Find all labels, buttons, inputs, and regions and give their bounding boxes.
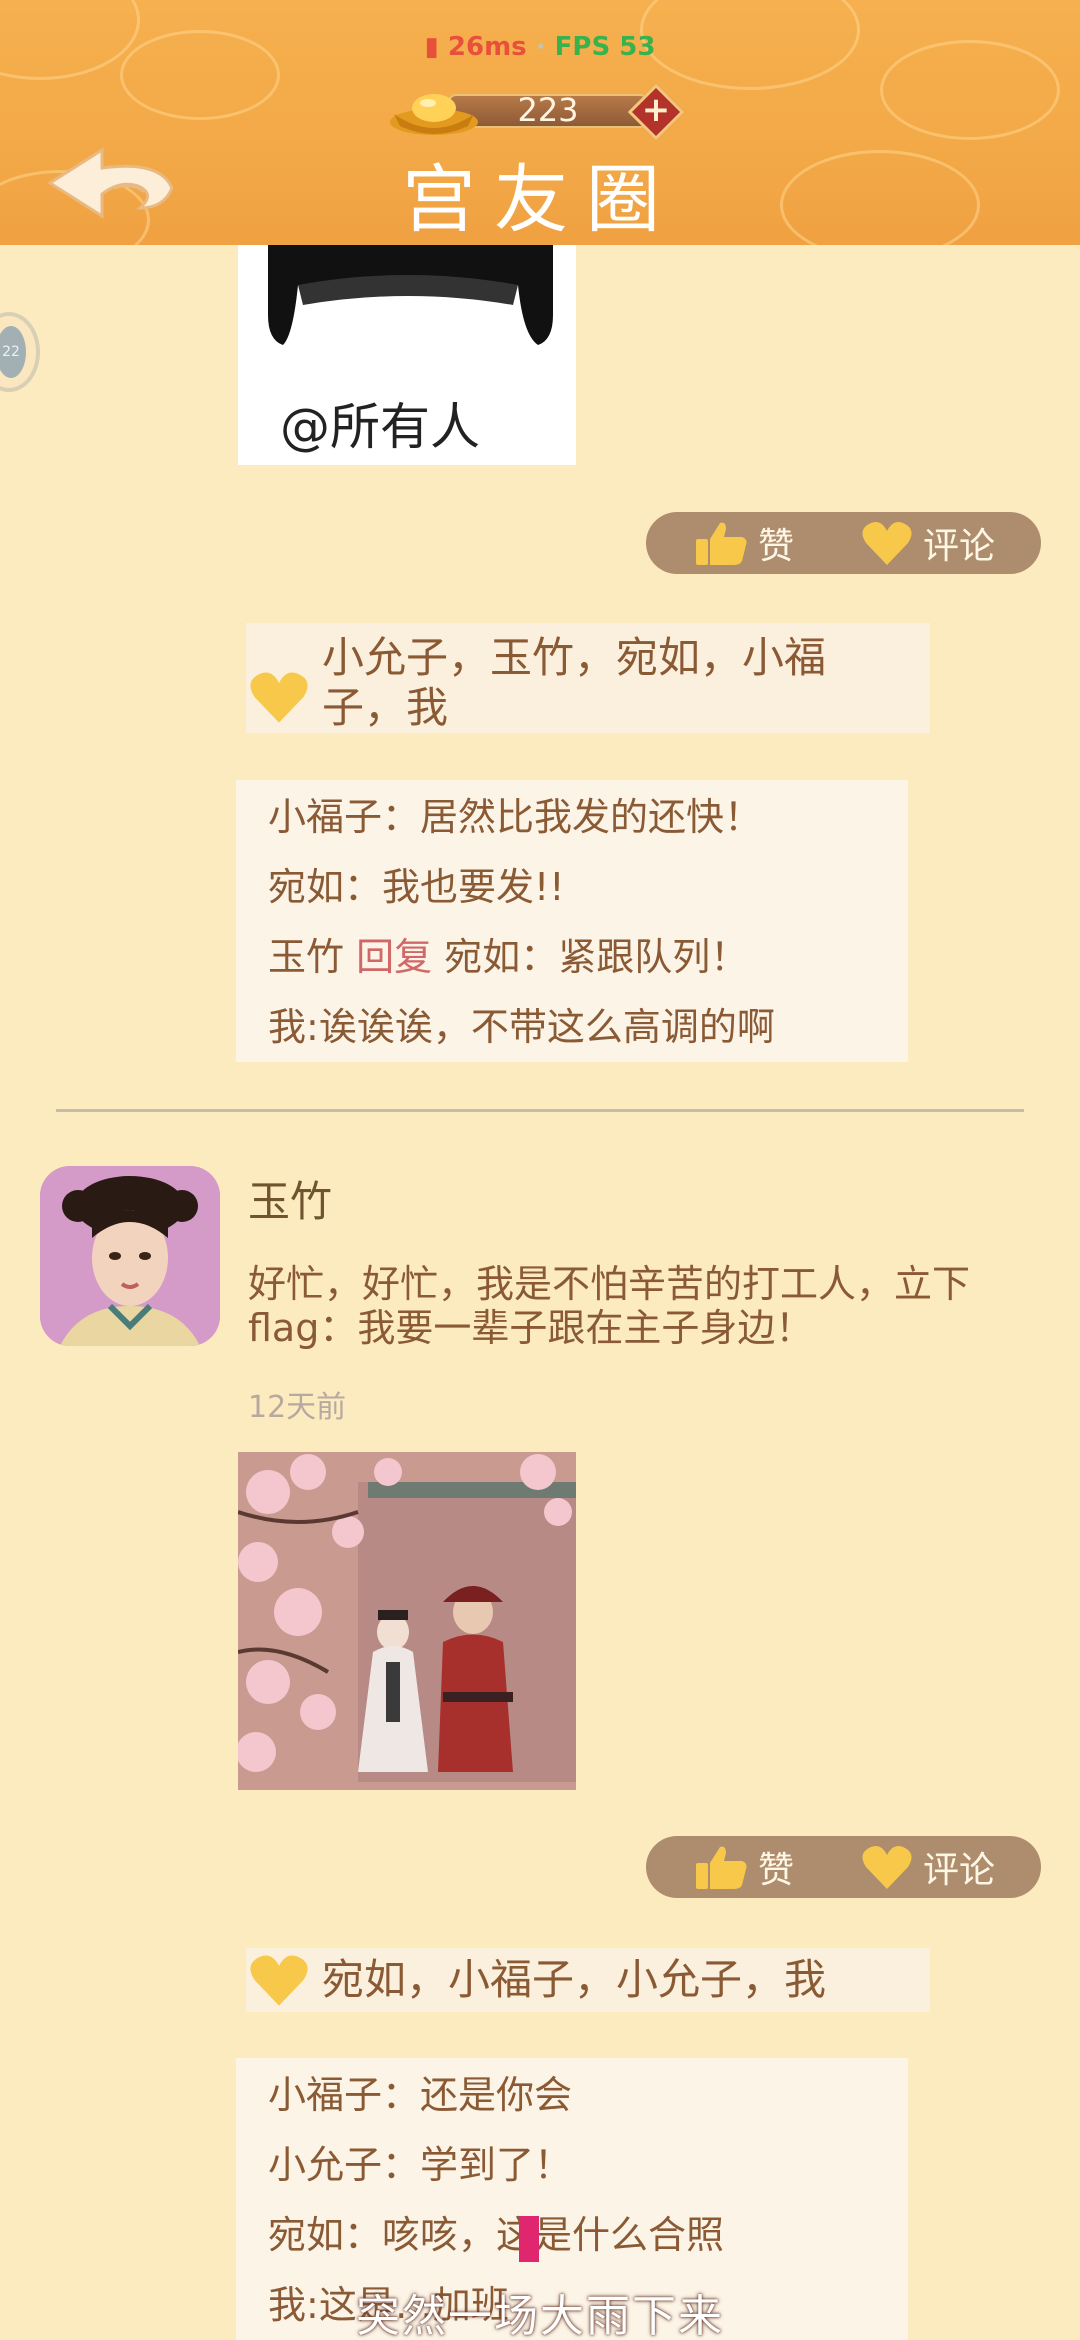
comment-item[interactable]: 小允子：学到了！ (268, 2130, 876, 2200)
comment-item[interactable]: 小福子：居然比我发的还快！ (268, 782, 876, 852)
post1-like-button[interactable]: 赞 (694, 512, 794, 574)
page-title: 宫友圈 (402, 157, 678, 243)
reply-target[interactable]: 宛如 (444, 935, 520, 979)
comment-colon: ： (344, 865, 383, 909)
comment-text: 居然比我发的还快！ (420, 795, 763, 839)
thumbs-up-icon (696, 1846, 747, 1889)
post2-body-text: 好忙，好忙，我是不怕辛苦的打工人，立下flag：我要一辈子跟在主子身边！ (248, 1262, 971, 1350)
perf-separator: · (535, 32, 546, 62)
text-cursor-marker (519, 2216, 539, 2262)
post-image-painting[interactable] (238, 1452, 576, 1790)
post1-comments-box: 小福子：居然比我发的还快！ 宛如：我也要发!! 玉竹 回复 宛如：紧跟队列！ 我… (236, 780, 908, 1062)
post2-author-name[interactable]: 玉竹 (248, 1168, 332, 1229)
comment-item[interactable]: 玉竹 回复 宛如：紧跟队列！ (268, 922, 876, 992)
post1-comment-label: 评论 (923, 526, 996, 567)
ping-value: 26ms (447, 32, 527, 62)
post2-action-bar: 赞 评论 (646, 1836, 1041, 1898)
comment-text: 还是你会 (420, 2073, 573, 2117)
avatar-portrait-illustration (40, 1166, 220, 1346)
post2-comment-label: 评论 (923, 1850, 996, 1891)
post1-like-label: 赞 (758, 526, 795, 567)
comment-colon: ： (344, 2213, 383, 2257)
post1-likes-names: 小允子，玉竹，宛如，小福子，我 (322, 633, 827, 732)
comment-author[interactable]: 小福子 (268, 2073, 382, 2117)
comment-text: 学到了！ (420, 2143, 573, 2187)
comment-colon: ： (382, 795, 421, 839)
comment-author[interactable]: 宛如 (268, 865, 344, 909)
heart-icon (862, 1846, 912, 1889)
reply-label: 回复 (356, 935, 433, 979)
gold-counter: 223 + (388, 83, 688, 141)
post1-likes-box: 小允子，玉竹，宛如，小福子，我 (246, 623, 930, 733)
heart-icon (250, 1955, 308, 2006)
post2-likes-names: 宛如，小福子，小允子，我 (322, 1955, 827, 2004)
post1-comment-button[interactable]: 评论 (861, 512, 995, 574)
comment-author[interactable]: 宛如 (268, 2213, 344, 2257)
comment-author[interactable]: 小允子 (268, 2143, 382, 2187)
comment-text: 我也要发!! (382, 865, 565, 909)
video-subtitle: 突然一场大雨下来 (356, 2291, 724, 2340)
post-divider (56, 1109, 1024, 1112)
comment-item[interactable]: 我:诶诶诶，不带这么高调的啊 (268, 992, 876, 1062)
comment-colon: ： (382, 2143, 421, 2187)
meme-caption: @所有人 (280, 398, 480, 456)
post1-action-bar: 赞 评论 (646, 512, 1041, 574)
header-bar: ▮ 26ms · FPS 53 223 + 宫友圈 (0, 0, 1080, 245)
comment-colon: ： (382, 2073, 421, 2117)
couple-painting-illustration (238, 1452, 576, 1790)
author-avatar[interactable] (40, 1166, 220, 1346)
comment-text: 咳咳，这是什么合照 (382, 2213, 725, 2257)
comment-author[interactable]: 我 (268, 1005, 306, 1049)
gold-ingot-icon (390, 94, 478, 135)
plus-icon[interactable]: + (636, 90, 676, 130)
signal-icon: ▮ (424, 32, 439, 62)
heart-icon (250, 672, 308, 723)
comment-item[interactable]: 小福子：还是你会 (268, 2060, 876, 2130)
performance-overlay: ▮ 26ms · FPS 53 (0, 32, 1080, 62)
heart-icon (862, 522, 912, 565)
comment-author[interactable]: 玉竹 (268, 935, 344, 979)
fps-value: FPS 53 (554, 32, 656, 62)
comment-colon: : (306, 1005, 319, 1049)
moments-screen: ▮ 26ms · FPS 53 223 + 宫友圈 22 @所有人 赞 评论 小… (0, 0, 1080, 2340)
comment-author[interactable]: 小福子 (268, 795, 382, 839)
post2-like-label: 赞 (758, 1850, 795, 1891)
post2-likes-box: 宛如，小福子，小允子，我 (246, 1948, 930, 2012)
post-image-meme[interactable]: @所有人 (238, 245, 576, 465)
comment-text: 诶诶诶，不带这么高调的啊 (318, 1005, 775, 1049)
comment-item[interactable]: 宛如：我也要发!! (268, 852, 876, 922)
post2-like-button[interactable]: 赞 (694, 1836, 794, 1898)
post2-comment-button[interactable]: 评论 (861, 1836, 995, 1898)
thumbs-up-icon (696, 522, 747, 565)
comment-colon: ： (520, 935, 559, 979)
comment-text: 紧跟队列！ (558, 935, 749, 979)
post2-timestamp: 12天前 (248, 1390, 347, 1425)
comment-item[interactable]: 宛如：咳咳，这是什么合照 (268, 2200, 876, 2270)
